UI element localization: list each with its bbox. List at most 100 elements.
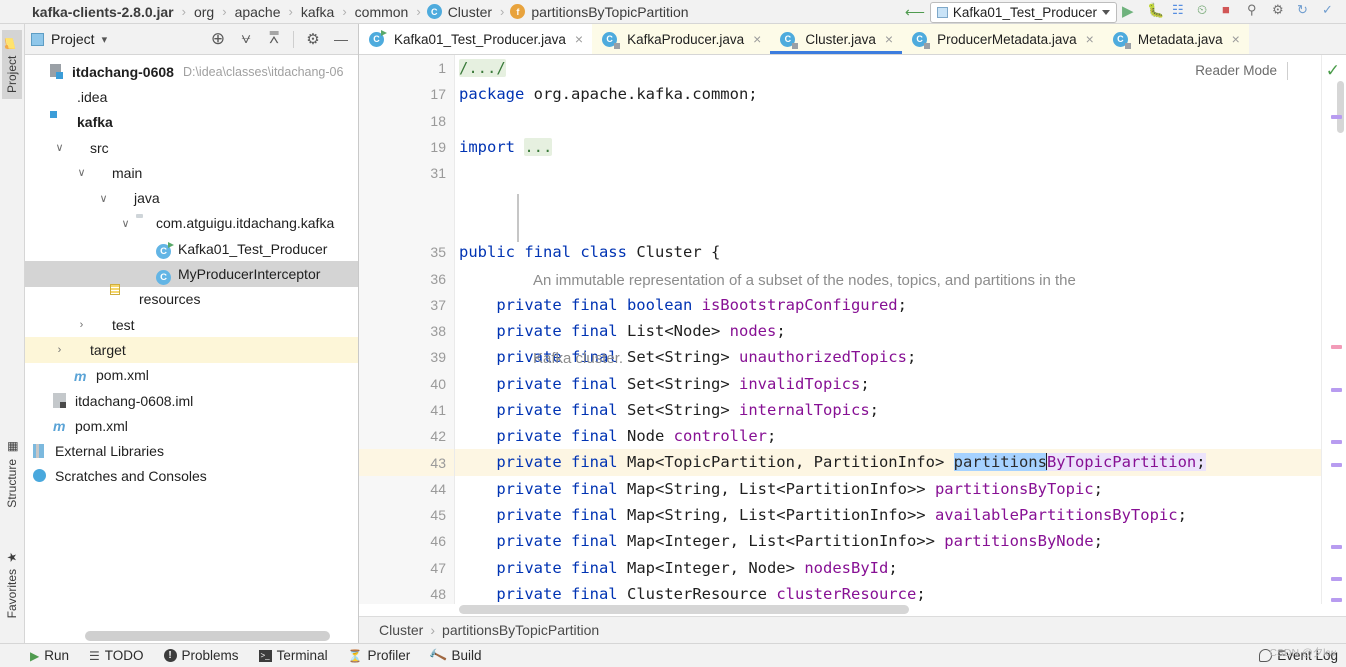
- highlighted-identifier[interactable]: ByTopicPartition: [1046, 453, 1197, 472]
- status-build[interactable]: 🔨 Build: [428, 645, 481, 665]
- vertical-scrollbar-thumb[interactable]: [1337, 81, 1344, 133]
- code-content[interactable]: /.../ package org.apache.kafka.common; i…: [455, 55, 1321, 604]
- status-profiler[interactable]: ⏳ Profiler: [348, 648, 411, 663]
- class-icon: C: [426, 4, 442, 19]
- stripe-mark[interactable]: [1331, 345, 1342, 349]
- editor-tab-producermetadata[interactable]: C ProducerMetadata.java ×: [902, 24, 1103, 54]
- status-terminal[interactable]: >_ Terminal: [258, 648, 328, 663]
- tree-node-kafka-module[interactable]: kafka: [25, 110, 358, 135]
- breadcrumb-apache[interactable]: apache: [233, 4, 283, 20]
- editor-tab-kafka01-test-producer[interactable]: C Kafka01_Test_Producer.java ×: [359, 24, 593, 54]
- breadcrumb-jar[interactable]: kafka-clients-2.8.0.jar: [30, 4, 176, 20]
- project-horizontal-scrollbar[interactable]: [85, 631, 330, 641]
- stripe-mark[interactable]: [1331, 598, 1342, 602]
- stripe-mark[interactable]: [1331, 545, 1342, 549]
- tree-node-iml[interactable]: itdachang-0608.iml: [25, 388, 358, 413]
- line-number: 48: [430, 586, 446, 603]
- code-line-field-partitionsbytopicpartition[interactable]: private final Map<TopicPartition, Partit…: [455, 449, 1321, 476]
- close-icon[interactable]: ×: [1232, 31, 1240, 47]
- run-button-icon[interactable]: ▶: [1122, 2, 1142, 22]
- status-problems[interactable]: ! Problems: [163, 648, 239, 663]
- tool-window-button-project[interactable]: Project 📁: [2, 30, 22, 100]
- status-run[interactable]: ▶ Run: [30, 648, 69, 663]
- breadcrumb-kafka[interactable]: kafka: [299, 4, 336, 20]
- expand-all-icon[interactable]: ⩝: [235, 28, 257, 50]
- tree-node-target[interactable]: › target: [25, 337, 358, 363]
- tree-node-kafka01-test-producer[interactable]: C Kafka01_Test_Producer: [25, 236, 358, 261]
- stripe-mark[interactable]: [1331, 440, 1342, 444]
- inspection-ok-icon[interactable]: ✓: [1326, 61, 1340, 81]
- search-icon[interactable]: ⚲: [1247, 2, 1267, 22]
- editor-tab-label: ProducerMetadata.java: [937, 31, 1077, 47]
- profiler-icon[interactable]: ⏲: [1197, 2, 1217, 22]
- collapse-all-icon[interactable]: ⩞: [263, 28, 285, 50]
- stripe-mark[interactable]: [1331, 115, 1342, 119]
- project-panel-title[interactable]: Project ▾: [31, 31, 107, 47]
- editor-tab-metadata[interactable]: C Metadata.java ×: [1102, 24, 1249, 54]
- tree-node-root-pom[interactable]: m pom.xml: [25, 413, 358, 438]
- search-everywhere-icon[interactable]: ⟵: [905, 4, 925, 21]
- breadcrumb-common[interactable]: common: [353, 4, 411, 20]
- collapse-arrow-icon[interactable]: ∨: [95, 192, 112, 205]
- run-configuration-selector[interactable]: Kafka01_Test_Producer: [929, 1, 1117, 23]
- collapsed-license-comment[interactable]: /.../: [459, 59, 506, 77]
- tree-node-external-libraries[interactable]: External Libraries: [25, 438, 358, 463]
- status-todo[interactable]: ☰ TODO: [89, 648, 144, 663]
- problems-icon: !: [163, 649, 177, 662]
- tree-node-java[interactable]: ∨ java: [25, 185, 358, 210]
- collapse-arrow-icon[interactable]: ∨: [51, 141, 68, 154]
- tree-node-module-pom[interactable]: m pom.xml: [25, 363, 358, 388]
- close-icon[interactable]: ×: [753, 31, 761, 47]
- editor-tab-cluster[interactable]: C Cluster.java ×: [770, 24, 903, 54]
- tree-node-project-root[interactable]: itdachang-0608 D:\idea\classes\itdachang…: [25, 59, 358, 84]
- collapse-arrow-icon[interactable]: ∨: [117, 217, 134, 230]
- status-label: Profiler: [367, 648, 411, 663]
- stripe-mark[interactable]: [1331, 463, 1342, 467]
- collapsed-imports[interactable]: ...: [524, 137, 553, 156]
- tree-node-resources[interactable]: resources: [25, 287, 358, 312]
- tree-node-idea[interactable]: .idea: [25, 84, 358, 109]
- breadcrumb-cluster[interactable]: C Cluster: [426, 4, 494, 20]
- tree-node-test[interactable]: › test: [25, 312, 358, 337]
- stop-icon[interactable]: ■: [1222, 2, 1242, 22]
- hide-panel-icon[interactable]: —: [330, 28, 352, 50]
- settings-icon[interactable]: ⚙: [1272, 2, 1292, 22]
- tree-node-main[interactable]: ∨ main: [25, 160, 358, 185]
- code-line-field-controller: private final Node controller;: [496, 427, 777, 446]
- library-class-icon: C: [780, 31, 799, 49]
- tree-node-scratches[interactable]: Scratches and Consoles: [25, 464, 358, 489]
- breadcrumb-class[interactable]: Cluster: [379, 622, 423, 638]
- commit-icon[interactable]: ✓: [1322, 2, 1342, 22]
- reader-mode-label[interactable]: Reader Mode: [1195, 63, 1277, 78]
- vcs-update-icon[interactable]: ↻: [1297, 2, 1317, 22]
- close-icon[interactable]: ×: [1086, 31, 1094, 47]
- breadcrumb-org[interactable]: org: [192, 4, 216, 20]
- breadcrumb-field[interactable]: f partitionsByTopicPartition: [510, 4, 690, 20]
- stripe-mark[interactable]: [1331, 577, 1342, 581]
- tool-window-label: Favorites: [5, 569, 19, 619]
- collapse-arrow-icon[interactable]: ∨: [73, 166, 90, 179]
- selected-token[interactable]: partitions: [953, 453, 1047, 472]
- error-stripe-gutter[interactable]: ✓: [1321, 55, 1346, 604]
- editor-horizontal-scrollbar[interactable]: [459, 605, 909, 614]
- tree-node-myproducerinterceptor[interactable]: C MyProducerInterceptor: [25, 261, 358, 287]
- breadcrumb-separator-icon: ›: [288, 4, 293, 19]
- expand-arrow-icon[interactable]: ›: [51, 344, 68, 356]
- tree-node-src[interactable]: ∨ src: [25, 135, 358, 160]
- expand-arrow-icon[interactable]: ›: [73, 319, 90, 331]
- debug-button-icon[interactable]: 🐛: [1147, 2, 1167, 22]
- close-icon[interactable]: ×: [575, 31, 583, 47]
- editor-tab-kafkaproducer[interactable]: C KafkaProducer.java ×: [592, 24, 771, 54]
- code-line-license-fold[interactable]: /.../: [455, 55, 1321, 81]
- breadcrumb-field[interactable]: partitionsByTopicPartition: [442, 622, 599, 638]
- coverage-icon[interactable]: ☷: [1172, 2, 1192, 22]
- stripe-mark[interactable]: [1331, 388, 1342, 392]
- locate-icon[interactable]: ⊕: [207, 28, 229, 50]
- tool-window-button-structure[interactable]: Structure ▦: [2, 434, 22, 514]
- tool-window-button-favorites[interactable]: Favorites ★: [2, 544, 22, 624]
- settings-gear-icon[interactable]: ⚙: [302, 28, 324, 50]
- close-icon[interactable]: ×: [885, 31, 893, 47]
- code-line-import[interactable]: import ...: [455, 134, 1321, 160]
- tree-node-package[interactable]: ∨ com.atguigu.itdachang.kafka: [25, 211, 358, 236]
